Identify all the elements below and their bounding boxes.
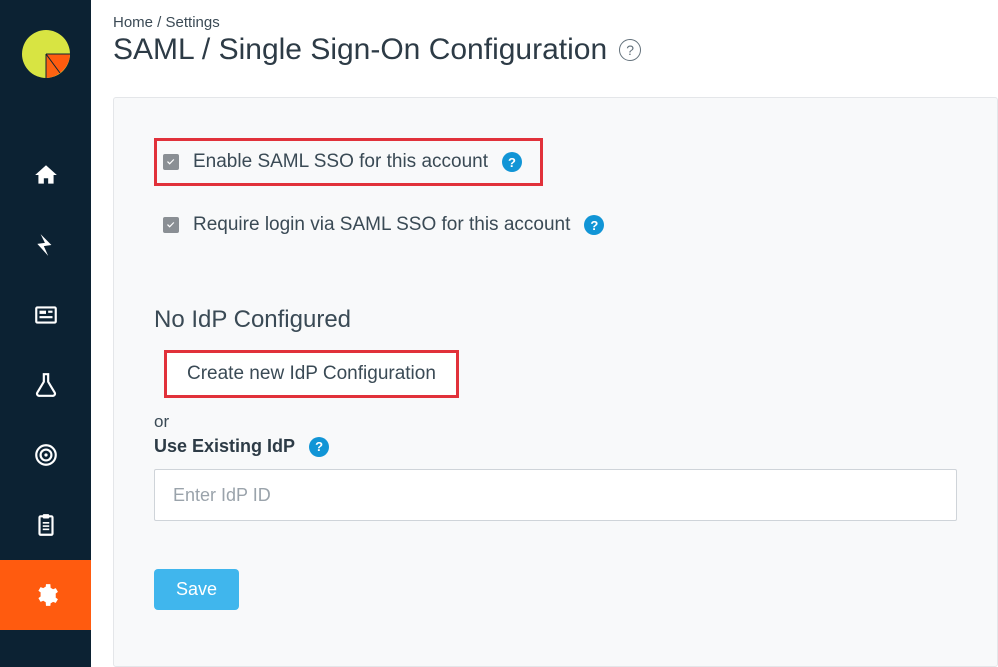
sidebar-item-clipboard[interactable] bbox=[0, 490, 91, 560]
main-content: Home / Settings SAML / Single Sign-On Co… bbox=[91, 0, 998, 667]
idp-heading: No IdP Configured bbox=[154, 306, 957, 334]
enable-saml-row: Enable SAML SSO for this account ? bbox=[154, 138, 543, 186]
sidebar-item-settings[interactable] bbox=[0, 560, 91, 630]
create-idp-button[interactable]: Create new IdP Configuration bbox=[164, 350, 459, 398]
app-logo bbox=[20, 28, 72, 80]
sidebar-item-activity[interactable] bbox=[0, 210, 91, 280]
sidebar-item-target[interactable] bbox=[0, 420, 91, 490]
breadcrumb-home[interactable]: Home bbox=[113, 14, 153, 31]
enable-saml-checkbox[interactable] bbox=[163, 154, 179, 170]
save-button[interactable]: Save bbox=[154, 569, 239, 610]
sidebar-item-labs[interactable] bbox=[0, 350, 91, 420]
sidebar-nav bbox=[0, 140, 91, 667]
or-text: or bbox=[154, 412, 957, 432]
enable-saml-label: Enable SAML SSO for this account bbox=[193, 151, 488, 173]
breadcrumb: Home / Settings bbox=[113, 14, 998, 31]
enable-help-icon[interactable]: ? bbox=[502, 152, 522, 172]
existing-idp-row: Use Existing IdP ? bbox=[154, 436, 957, 457]
require-saml-checkbox[interactable] bbox=[163, 217, 179, 233]
breadcrumb-sep: / bbox=[153, 14, 166, 31]
existing-idp-label: Use Existing IdP bbox=[154, 436, 295, 457]
help-icon[interactable]: ? bbox=[619, 39, 641, 61]
existing-help-icon[interactable]: ? bbox=[309, 437, 329, 457]
require-saml-row: Require login via SAML SSO for this acco… bbox=[154, 214, 957, 236]
settings-card: Enable SAML SSO for this account ? Requi… bbox=[113, 97, 998, 667]
idp-id-input[interactable] bbox=[154, 469, 957, 521]
breadcrumb-settings[interactable]: Settings bbox=[166, 14, 220, 31]
require-saml-label: Require login via SAML SSO for this acco… bbox=[193, 214, 570, 236]
sidebar-item-news[interactable] bbox=[0, 280, 91, 350]
require-help-icon[interactable]: ? bbox=[584, 215, 604, 235]
page-title: SAML / Single Sign-On Configuration bbox=[113, 33, 607, 67]
sidebar-item-home[interactable] bbox=[0, 140, 91, 210]
sidebar bbox=[0, 0, 91, 667]
